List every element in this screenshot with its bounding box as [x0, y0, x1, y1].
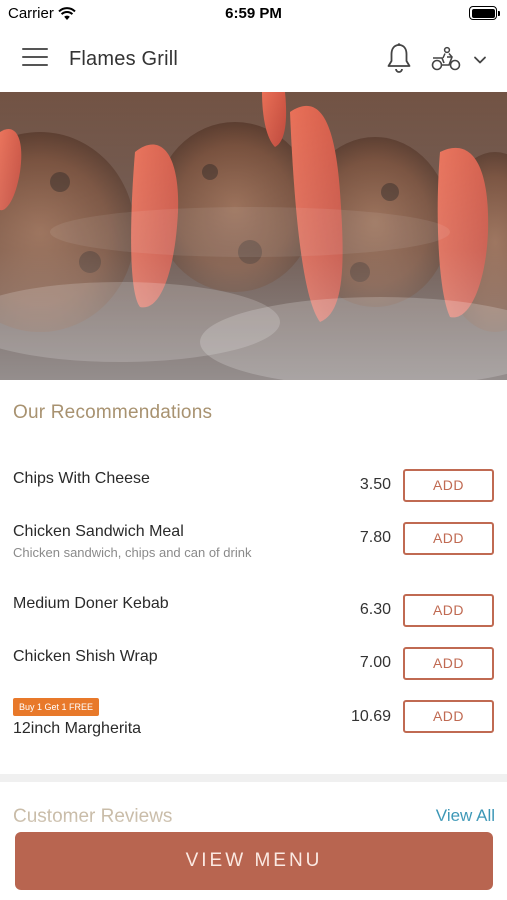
- section-divider: [0, 774, 507, 782]
- app-header: Flames Grill: [0, 28, 507, 92]
- recommendations-title: Our Recommendations: [13, 402, 213, 423]
- item-name: Chicken Shish Wrap: [13, 648, 158, 665]
- item-description: Chicken sandwich, chips and can of drink: [13, 545, 252, 560]
- item-name: 12inch Margherita: [13, 720, 142, 737]
- bell-icon[interactable]: [385, 42, 413, 74]
- view-menu-button[interactable]: VIEW MENU: [15, 832, 493, 890]
- delivery-rider-icon[interactable]: [430, 46, 462, 72]
- list-item: Chicken Shish Wrap 7.00 ADD: [0, 640, 507, 680]
- add-button[interactable]: ADD: [403, 469, 494, 502]
- list-item: Chips With Cheese 3.50 ADD: [0, 462, 507, 502]
- add-button[interactable]: ADD: [403, 522, 494, 555]
- hero-image: [0, 92, 507, 380]
- status-time: 6:59 PM: [225, 5, 282, 22]
- item-price: 6.30: [359, 601, 391, 618]
- add-button[interactable]: ADD: [403, 594, 494, 627]
- promo-badge: Buy 1 Get 1 FREE: [13, 698, 100, 716]
- menu-icon[interactable]: [22, 48, 48, 70]
- add-button[interactable]: ADD: [403, 647, 494, 680]
- restaurant-title: Flames Grill: [69, 48, 179, 70]
- item-price: 7.80: [359, 529, 391, 546]
- list-item: Chicken Sandwich Meal Chicken sandwich, …: [0, 515, 507, 560]
- item-price: 3.50: [359, 476, 391, 493]
- list-item: Buy 1 Get 1 FREE 12inch Margherita 10.69…: [0, 698, 507, 740]
- add-button[interactable]: ADD: [403, 700, 494, 733]
- item-name: Medium Doner Kebab: [13, 595, 169, 612]
- item-price: 7.00: [359, 654, 391, 671]
- view-all-link[interactable]: View All: [436, 806, 495, 826]
- list-item: Medium Doner Kebab 6.30 ADD: [0, 587, 507, 627]
- item-name: Chicken Sandwich Meal: [13, 523, 184, 540]
- item-price: 10.69: [350, 708, 391, 725]
- status-bar: Carrier 6:59 PM: [0, 0, 507, 28]
- battery-icon: [469, 6, 500, 20]
- item-name: Chips With Cheese: [13, 470, 150, 487]
- chevron-down-icon[interactable]: [472, 52, 488, 68]
